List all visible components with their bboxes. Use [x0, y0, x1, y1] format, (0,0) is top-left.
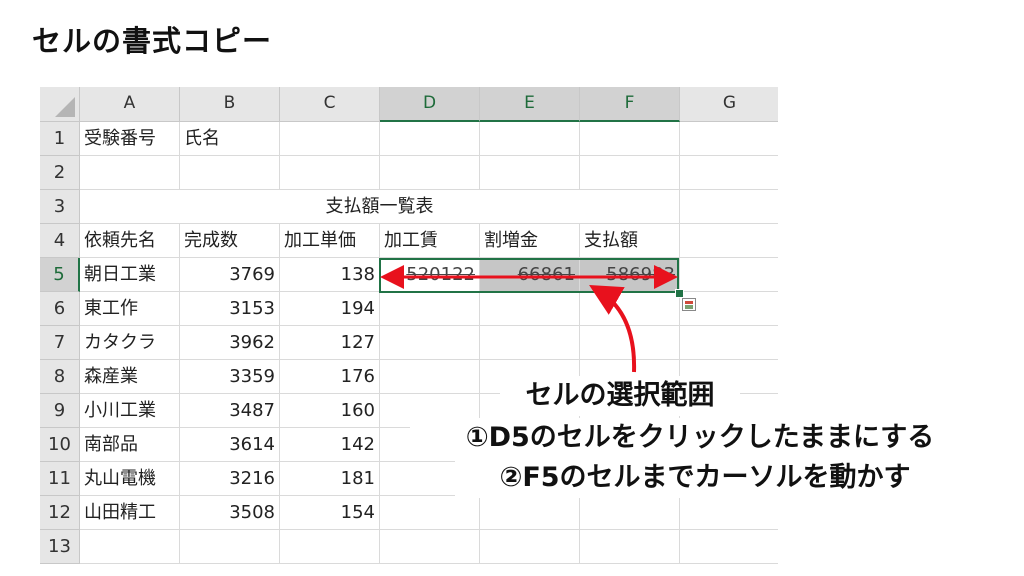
- page-title: セルの書式コピー: [32, 24, 273, 58]
- spreadsheet[interactable]: A B C D E F G 1 受験番号 氏名 2 3 支払額一覧表 4 依頼先名 完成数 加工単価 加工賃 割増金…: [40, 87, 778, 576]
- annotation-arrows: [380, 265, 678, 373]
- annotation-heading: セルの選択範囲: [500, 376, 740, 416]
- annotation-step-2: ②F5のセルまでカーソルを動かす: [455, 458, 955, 498]
- annotation-step-1: ①D5のセルをクリックしたままにする: [410, 418, 990, 458]
- callout-arrow: [589, 285, 637, 373]
